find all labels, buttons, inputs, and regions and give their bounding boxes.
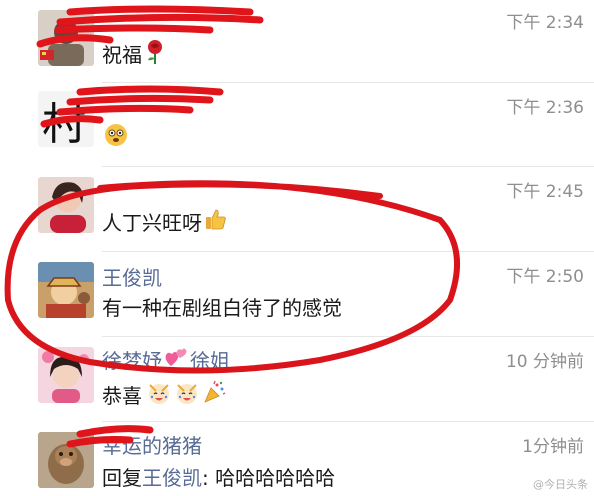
pink-hearts-icon (164, 346, 188, 373)
commenter-name-suffix: 徐姐 (190, 349, 230, 373)
avatar[interactable]: 村 (38, 91, 94, 147)
celebrate-face-icon (146, 379, 172, 410)
comment-time: 下午 2:50 (506, 267, 584, 287)
comment-row[interactable]: 村 下午 2:36 (0, 83, 594, 166)
comment-message: 人丁兴旺呀 (102, 207, 228, 236)
avatar-image: 村 (38, 91, 94, 147)
commenter-name-text: 徐梦妤 (102, 349, 162, 373)
avatar-image (38, 262, 94, 318)
avatar[interactable] (38, 10, 94, 66)
avatar[interactable] (38, 347, 94, 403)
comment-row[interactable]: 幸运的猪猪 1分钟前 回复 王俊凯 : 哈哈哈哈哈哈 (0, 422, 594, 496)
comment-text: 祝福 (102, 43, 142, 67)
comment-time: 10 分钟前 (505, 352, 584, 372)
avatar[interactable] (38, 262, 94, 318)
comment-text: : 哈哈哈哈哈哈 (202, 466, 336, 490)
rose-icon (144, 38, 166, 69)
comment-list: 下午 2:34 祝福 村 下午 2:36 下午 2:45 人丁兴旺呀 王俊凯 下… (0, 0, 594, 496)
comment-message: 恭喜 (102, 379, 226, 410)
comment-message (102, 123, 128, 152)
comment-time: 下午 2:36 (506, 98, 584, 118)
celebrate-face-icon (174, 379, 200, 410)
comment-time: 下午 2:34 (506, 13, 584, 33)
comment-time: 下午 2:45 (506, 182, 584, 202)
avatar[interactable] (38, 432, 94, 488)
svg-text:村: 村 (42, 99, 86, 147)
comment-time: 1分钟前 (522, 437, 584, 457)
commenter-name[interactable]: 王俊凯 (102, 262, 162, 291)
watermark: @今日头条 (533, 478, 588, 491)
avatar-image (38, 177, 94, 233)
comment-message: 回复 王俊凯 : 哈哈哈哈哈哈 (102, 462, 335, 491)
comment-row[interactable]: 王俊凯 下午 2:50 有一种在剧组白待了的感觉 (0, 252, 594, 336)
shocked-face-icon (104, 123, 128, 152)
avatar-image (38, 10, 94, 66)
comment-row[interactable]: 下午 2:45 人丁兴旺呀 (0, 167, 594, 251)
reply-prefix: 回复 (102, 466, 142, 490)
avatar-image (38, 432, 94, 488)
avatar[interactable] (38, 177, 94, 233)
comment-message: 有一种在剧组白待了的感觉 (102, 292, 342, 321)
comment-text: 有一种在剧组白待了的感觉 (102, 296, 342, 320)
commenter-name[interactable]: 徐梦妤 徐姐 (102, 345, 230, 374)
reply-target-name[interactable]: 王俊凯 (142, 462, 202, 491)
comment-message: 祝福 (102, 38, 166, 69)
comment-row[interactable]: 徐梦妤 徐姐 10 分钟前 恭喜 (0, 337, 594, 421)
avatar-image (38, 347, 94, 403)
thumbs-up-icon (204, 207, 228, 236)
comment-text: 人丁兴旺呀 (102, 211, 202, 235)
party-popper-icon (202, 380, 226, 409)
commenter-name[interactable]: 幸运的猪猪 (102, 430, 202, 459)
comment-text: 恭喜 (102, 384, 142, 408)
comment-row[interactable]: 下午 2:34 祝福 (0, 0, 594, 82)
